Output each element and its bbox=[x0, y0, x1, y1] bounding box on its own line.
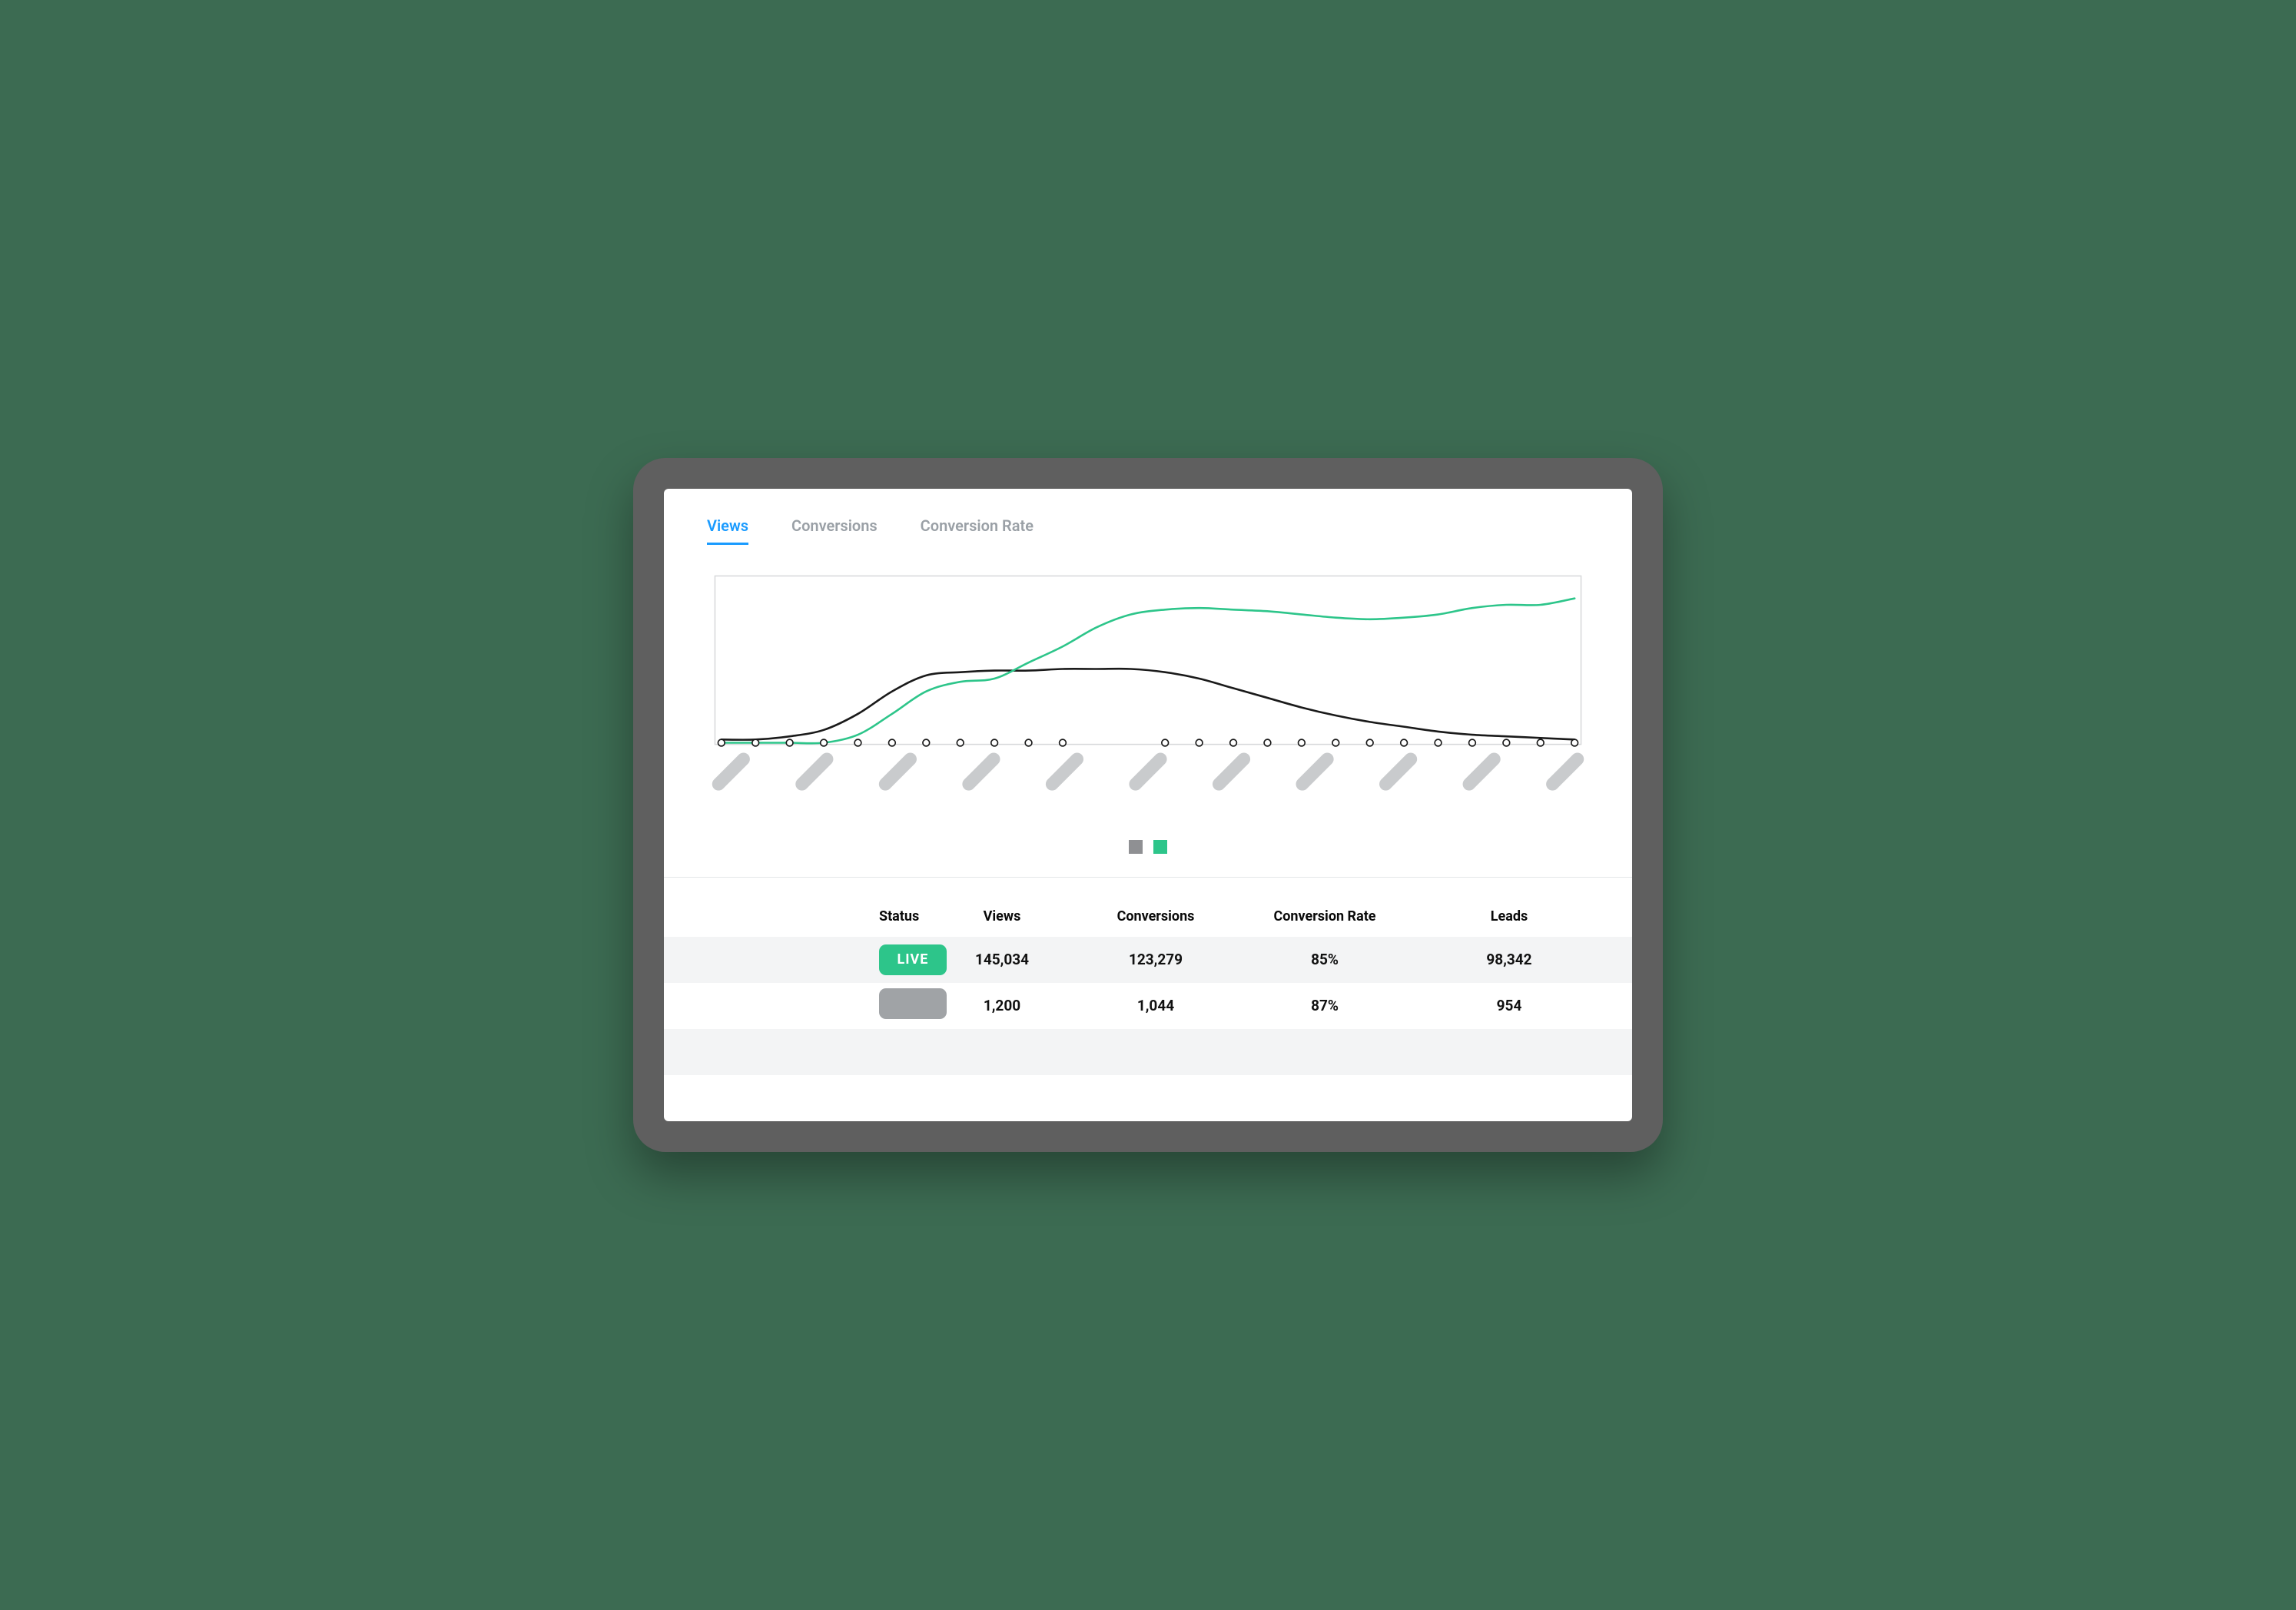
metrics-table: Status Views Conversions Conversion Rate… bbox=[664, 878, 1632, 1121]
cell-views: 1,200 bbox=[925, 997, 1079, 1014]
legend-swatch-b bbox=[1153, 840, 1167, 854]
cell-conversions: 123,279 bbox=[1079, 951, 1233, 968]
tab-conversions[interactable]: Conversions bbox=[791, 516, 878, 545]
table-header-row: Status Views Conversions Conversion Rate… bbox=[664, 878, 1632, 937]
th-status: Status bbox=[771, 908, 925, 925]
th-leads: Leads bbox=[1417, 908, 1601, 925]
views-line-chart bbox=[707, 568, 1589, 825]
cell-views: 145,034 bbox=[925, 951, 1079, 968]
chart-legend bbox=[664, 832, 1632, 877]
tab-conversion-rate[interactable]: Conversion Rate bbox=[921, 516, 1034, 545]
cell-leads: 98,342 bbox=[1417, 951, 1601, 968]
th-conversion-rate: Conversion Rate bbox=[1233, 908, 1417, 925]
dashboard-screen: Views Conversions Conversion Rate Status… bbox=[664, 489, 1632, 1121]
table-row-empty bbox=[664, 1029, 1632, 1075]
cell-conversions: 1,044 bbox=[1079, 997, 1233, 1014]
table-row: LIVE 145,034 123,279 85% 98,342 bbox=[664, 937, 1632, 983]
metric-tabs: Views Conversions Conversion Rate bbox=[664, 489, 1632, 545]
table-row: 1,200 1,044 87% 954 bbox=[664, 983, 1632, 1029]
chart-container bbox=[664, 545, 1632, 832]
cell-status bbox=[771, 988, 925, 1023]
cell-leads: 954 bbox=[1417, 997, 1601, 1014]
cell-conversion-rate: 85% bbox=[1233, 951, 1417, 968]
th-views: Views bbox=[925, 908, 1079, 925]
cell-status: LIVE bbox=[771, 944, 925, 975]
cell-conversion-rate: 87% bbox=[1233, 997, 1417, 1014]
device-frame: Views Conversions Conversion Rate Status… bbox=[633, 458, 1663, 1152]
legend-swatch-a bbox=[1129, 840, 1143, 854]
th-conversions: Conversions bbox=[1079, 908, 1233, 925]
tab-views[interactable]: Views bbox=[707, 516, 748, 545]
